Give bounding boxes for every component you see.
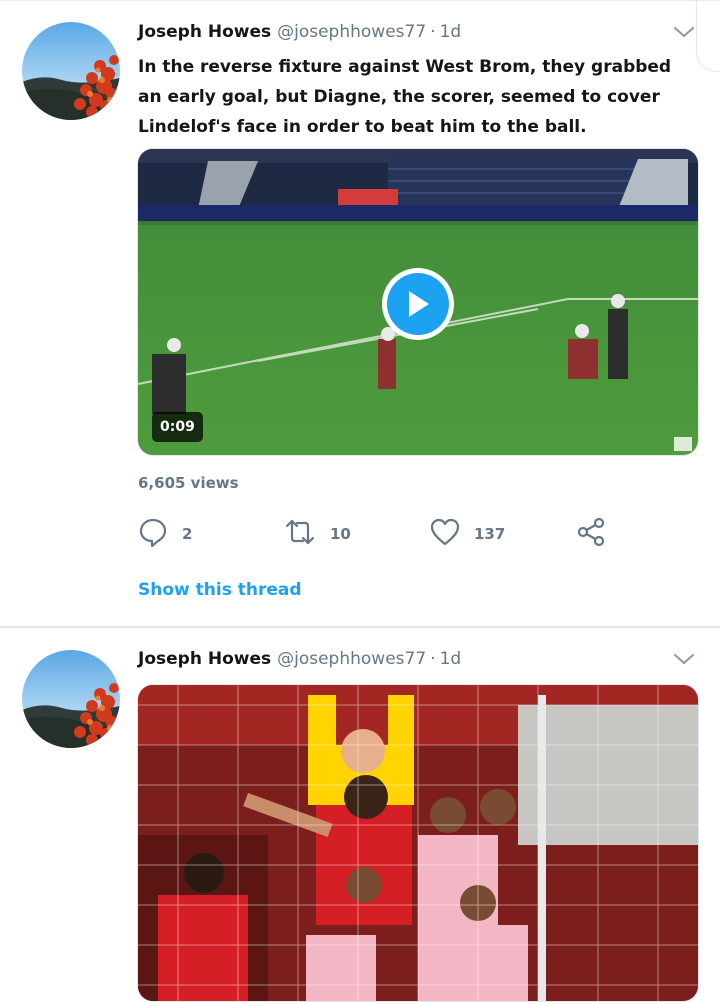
tweet-header: Joseph Howes @josephhowes77 · 1d [138, 646, 461, 672]
share-button[interactable] [576, 516, 606, 552]
display-name[interactable]: Joseph Howes [138, 22, 271, 42]
reply-count: 2 [182, 525, 193, 543]
separator-dot: · [430, 22, 436, 42]
avatar[interactable] [22, 650, 120, 748]
tweet-header: Joseph Howes @josephhowes77 · 1d [138, 19, 461, 45]
tweet-image[interactable] [137, 684, 699, 1002]
display-name[interactable]: Joseph Howes [138, 649, 271, 669]
timestamp[interactable]: 1d [440, 22, 462, 42]
tweet-card[interactable]: Joseph Howes @josephhowes77 · 1d In the … [0, 0, 720, 627]
user-handle[interactable]: @josephhowes77 [277, 649, 426, 669]
football-photo [138, 685, 698, 1001]
heart-icon [430, 517, 460, 551]
like-button[interactable]: 137 [430, 516, 505, 552]
retweet-button[interactable]: 10 [284, 516, 351, 552]
reply-icon [138, 517, 168, 551]
play-button[interactable] [382, 268, 454, 340]
reply-button[interactable]: 2 [138, 516, 192, 552]
retweet-icon [284, 517, 316, 551]
timestamp[interactable]: 1d [440, 649, 462, 669]
tweet-text: In the reverse fixture against West Brom… [138, 57, 672, 137]
tweet-actions: 2 10 137 [138, 516, 618, 552]
avatar[interactable] [22, 22, 120, 120]
chevron-down-icon[interactable] [672, 649, 696, 669]
user-handle[interactable]: @josephhowes77 [277, 22, 426, 42]
view-count: 6,605 views [138, 474, 239, 492]
play-icon [387, 273, 449, 335]
video-duration: 0:09 [152, 412, 203, 442]
video-player[interactable]: 0:09 [137, 148, 699, 456]
share-icon [576, 517, 606, 551]
tweet-card[interactable]: Joseph Howes @josephhowes77 · 1d [0, 628, 720, 1002]
chevron-down-icon[interactable] [672, 22, 696, 42]
like-count: 137 [474, 525, 506, 543]
retweet-count: 10 [330, 525, 351, 543]
show-thread-link[interactable]: Show this thread [138, 580, 302, 600]
separator-dot: · [430, 649, 436, 669]
